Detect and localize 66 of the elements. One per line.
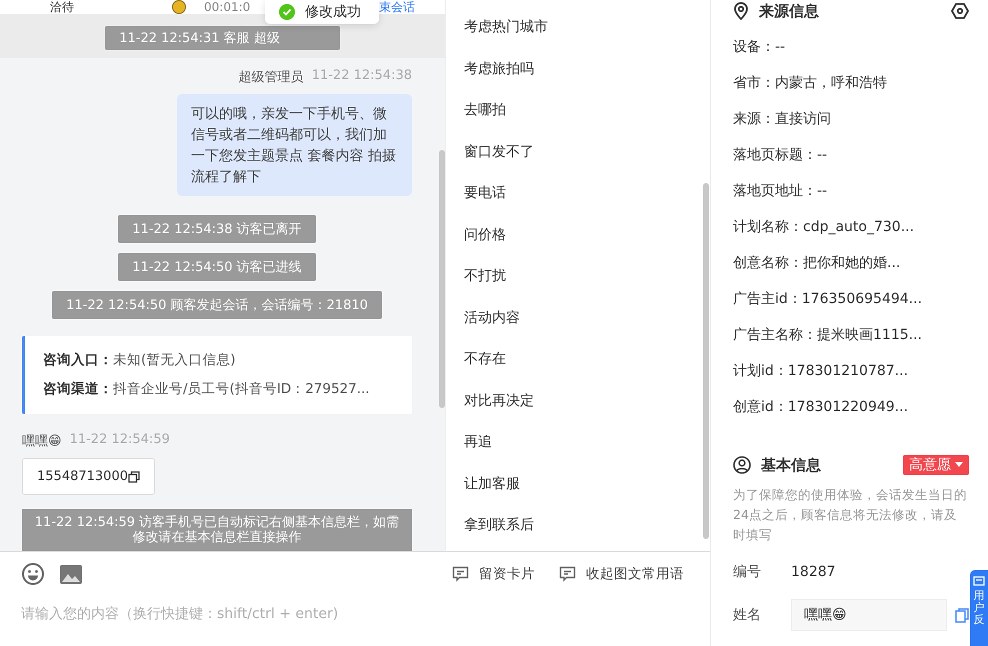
source-info-row-text: 省市：内蒙古，呼和浩特 <box>733 74 888 93</box>
copy-icon[interactable] <box>128 470 140 482</box>
composer-tool-button[interactable]: 收起图文常用语 <box>559 565 684 583</box>
message-time: 11-22 12:54:38 <box>312 68 412 85</box>
source-info-row-text: 落地页地址：-- <box>733 182 828 201</box>
emoji-icon[interactable] <box>21 562 45 586</box>
quick-reply-item[interactable]: 要电话 <box>446 173 710 214</box>
caret-icon <box>955 462 963 468</box>
source-info-row-text: 广告主id：176350695494... <box>733 290 924 309</box>
quick-reply-item[interactable]: 不存在 <box>446 339 710 380</box>
composer-tool-button[interactable]: 留资卡片 <box>452 565 535 583</box>
system-message: 11-22 12:54:50 访客已进线 <box>118 253 316 281</box>
info-value: 未知(暂无入口信息) <box>113 352 236 368</box>
quick-reply-item[interactable]: 拿到联系后 <box>446 505 710 546</box>
check-icon <box>279 4 295 20</box>
quick-reply-item[interactable]: 窗口发不了 <box>446 132 710 173</box>
quick-reply-item[interactable]: 考虑热门城市 <box>446 7 710 48</box>
settings-icon[interactable] <box>951 2 969 20</box>
source-info-row-text: 设备：-- <box>733 38 786 57</box>
avatar-icon <box>172 0 186 14</box>
system-notice: 11-22 12:54:59 访客手机号已自动标记右侧基本信息栏，如需修改请在基本信息栏直接操作 <box>22 509 412 551</box>
quick-reply-item[interactable]: 去哪拍 <box>446 90 710 132</box>
end-session-link[interactable]: 束会话 <box>379 0 415 14</box>
quick-reply-item[interactable]: 活动内容 <box>446 298 710 339</box>
phone-message[interactable]: 15548713000 <box>22 458 155 495</box>
field-value: 18287 <box>791 564 836 580</box>
session-duration: 00:01:0 <box>204 0 250 14</box>
info-label: 咨询入口： <box>43 352 113 368</box>
system-message: 11-22 12:54:38 访客已离开 <box>118 215 316 243</box>
message-icon <box>452 566 469 582</box>
source-info-row-text: 来源：直接访问 <box>733 110 832 129</box>
source-info-row-text: 创意名称：把你和她的婚... <box>733 254 902 273</box>
message-icon <box>973 576 985 586</box>
agent-status: 洽待 <box>50 0 74 14</box>
name-field[interactable]: 嘿嘿😁 <box>791 599 947 631</box>
sender-name: 超级管理员 <box>238 69 304 86</box>
system-message: 11-22 12:54:50 顾客发起会话，会话编号：21810 <box>52 291 382 319</box>
image-icon[interactable] <box>59 564 83 584</box>
sender-name: 嘿嘿😁 <box>22 433 62 450</box>
feedback-tab[interactable]: 用户反 <box>970 570 988 646</box>
quick-reply-item[interactable]: 不打扰 <box>446 256 710 298</box>
quick-reply-item[interactable]: 对比再决定 <box>446 380 710 422</box>
section-title: 来源信息 <box>759 2 819 20</box>
field-label: 编号 <box>733 563 762 581</box>
intent-tag-dropdown[interactable]: 高意愿 <box>903 455 969 475</box>
section-title: 基本信息 <box>761 456 821 474</box>
info-value: 抖音企业号/员工号(抖音号ID：279527... <box>113 381 370 397</box>
system-message: 11-22 12:54:31 客服 超级 <box>105 26 340 50</box>
source-info-row-text: 落地页标题：-- <box>733 146 828 165</box>
quick-reply-item[interactable]: 问价格 <box>446 214 710 256</box>
quick-reply-item[interactable]: 再追 <box>446 422 710 464</box>
message-time: 11-22 12:54:59 <box>70 432 170 449</box>
quick-reply-item[interactable]: 让加客服 <box>446 464 710 505</box>
source-info-row-text: 创意id：178301220949... <box>733 398 910 417</box>
info-label: 咨询渠道： <box>43 381 113 397</box>
message-icon <box>559 566 576 582</box>
success-toast: 修改成功 <box>265 0 379 24</box>
source-info-row-text: 广告主名称：提米映画1115... <box>733 326 923 345</box>
info-note: 为了保障您的使用体验，会话发生当日的24点之后，顾客信息将无法修改，请及时填写 <box>733 486 968 544</box>
message-bubble: 可以的哦，亲发一下手机号、微信号或者二维码都可以，我们加一下您发主题景点 套餐内容 拍摄流程了解下 <box>177 94 412 196</box>
quick-reply-item[interactable]: 考虑旅拍吗 <box>446 48 710 90</box>
user-icon <box>733 456 751 474</box>
field-label: 姓名 <box>733 606 762 624</box>
location-pin-icon <box>733 2 749 20</box>
source-info-row-text: 计划名称：cdp_auto_730... <box>733 218 916 237</box>
source-info-row-text: 计划id：178301210787... <box>733 362 910 381</box>
